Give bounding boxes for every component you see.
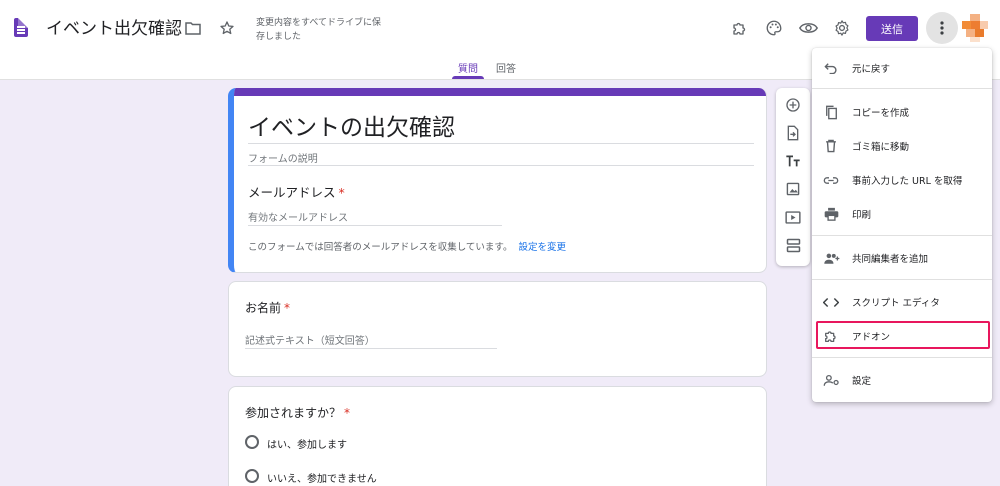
menu-item-make-copy[interactable]: コピーを作成 [812, 97, 992, 127]
menu-item-script-editor[interactable]: スクリプト エディタ [812, 287, 992, 317]
menu-item-label: 印刷 [852, 210, 872, 221]
print-icon [822, 205, 840, 223]
active-tab-indicator [452, 76, 484, 79]
radio-option-no[interactable] [245, 469, 259, 483]
undo-icon [822, 59, 840, 77]
card-accent-bar [234, 88, 766, 96]
menu-item-undo[interactable]: 元に戻す [812, 53, 992, 83]
add-title-icon[interactable] [784, 152, 802, 170]
addons-puzzle-icon[interactable] [729, 17, 751, 39]
divider [248, 165, 754, 166]
tab-responses[interactable]: 回答 [496, 60, 516, 75]
trash-icon [822, 137, 840, 155]
more-options-menu: 元に戻す コピーを作成 ゴミ箱に移動 事前入力した URL を取得 印刷 共同編… [812, 48, 992, 402]
menu-item-settings[interactable]: 設定 [812, 365, 992, 395]
menu-item-label: コピーを作成 [852, 108, 910, 119]
email-field[interactable]: 有効なメールアドレス [248, 209, 348, 224]
short-answer-field[interactable]: 記述式テキスト（短文回答） [245, 332, 375, 347]
more-options-icon[interactable] [926, 12, 958, 44]
menu-item-print[interactable]: 印刷 [812, 199, 992, 229]
settings-gear-icon[interactable] [831, 17, 853, 39]
question-label: 参加されますか？ * [245, 406, 351, 420]
add-section-icon[interactable] [784, 236, 802, 254]
menu-item-label: 設定 [852, 376, 872, 387]
email-field-underline [248, 225, 502, 226]
divider [248, 143, 754, 144]
menu-item-label: 共同編集者を追加 [852, 254, 929, 265]
code-icon [822, 293, 840, 311]
email-collection-note: このフォームでは回答者のメールアドレスを収集しています。 設定を変更 [248, 242, 566, 253]
document-title[interactable]: イベント出欠確認 [46, 14, 182, 39]
menu-item-label: 事前入力した URL を取得 [852, 176, 963, 187]
question-label: お名前 * [245, 301, 291, 315]
add-people-icon [822, 249, 840, 267]
form-title[interactable]: イベントの出欠確認 [248, 108, 455, 142]
send-button[interactable]: 送信 [866, 16, 918, 41]
menu-divider [812, 357, 992, 358]
preview-eye-icon[interactable] [797, 17, 819, 39]
add-image-icon[interactable] [784, 180, 802, 198]
menu-divider [812, 279, 992, 280]
radio-option-yes[interactable] [245, 435, 259, 449]
menu-item-add-collaborators[interactable]: 共同編集者を追加 [812, 243, 992, 273]
menu-item-move-to-trash[interactable]: ゴミ箱に移動 [812, 131, 992, 161]
radio-option-label: いいえ、参加できません [267, 474, 377, 485]
menu-item-label: スクリプト エディタ [852, 298, 940, 309]
change-settings-link[interactable]: 設定を変更 [518, 242, 566, 253]
link-icon [822, 171, 840, 189]
palette-icon[interactable] [763, 17, 785, 39]
question-card-name[interactable]: お名前 * 記述式テキスト（短文回答） [228, 281, 767, 377]
person-settings-icon [822, 371, 840, 389]
import-questions-icon[interactable] [784, 124, 802, 142]
add-question-icon[interactable] [784, 96, 802, 114]
email-question-label: メールアドレス * [248, 185, 345, 200]
menu-item-prefilled-url[interactable]: 事前入力した URL を取得 [812, 165, 992, 195]
form-header-card[interactable]: イベントの出欠確認 フォームの説明 メールアドレス * 有効なメールアドレス この… [228, 88, 767, 273]
question-card-attendance[interactable]: 参加されますか？ * はい、参加します いいえ、参加できません [228, 386, 767, 486]
folder-icon[interactable] [182, 17, 204, 39]
menu-divider [812, 235, 992, 236]
copy-icon [822, 103, 840, 121]
addons-highlight-frame [816, 321, 990, 349]
tab-questions[interactable]: 質問 [458, 60, 478, 75]
question-toolbar [776, 88, 810, 266]
save-status: 変更内容をすべてドライブに保存しました [256, 18, 382, 42]
google-forms-logo-icon[interactable] [14, 18, 28, 37]
add-video-icon[interactable] [784, 208, 802, 226]
menu-item-label: 元に戻す [852, 64, 891, 75]
menu-item-label: ゴミ箱に移動 [852, 142, 910, 153]
radio-option-label: はい、参加します [267, 440, 347, 451]
star-icon[interactable] [216, 17, 238, 39]
form-description-input[interactable]: フォームの説明 [248, 150, 318, 165]
short-answer-underline [245, 348, 497, 349]
account-avatar[interactable] [962, 14, 988, 42]
menu-divider [812, 88, 992, 89]
